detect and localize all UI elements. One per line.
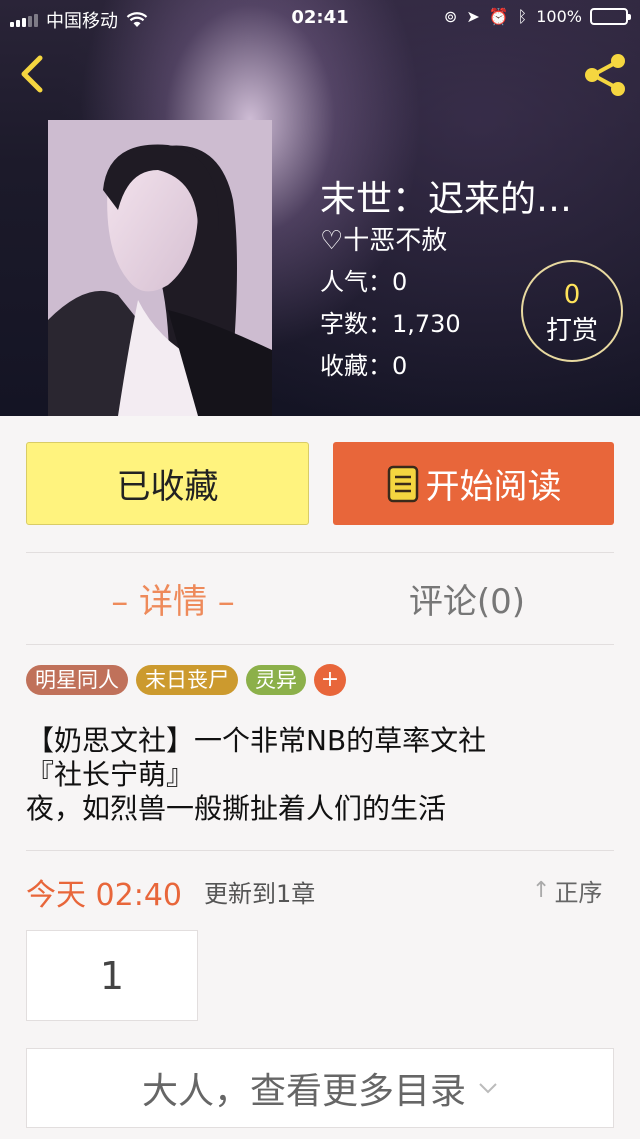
tag-item[interactable]: 灵异 <box>246 665 306 695</box>
share-button[interactable] <box>580 52 630 98</box>
tag-list: 明星同人 末日丧尸 灵异 + <box>26 664 346 696</box>
book-cover[interactable] <box>48 120 272 416</box>
chevron-left-icon <box>21 55 43 93</box>
share-icon <box>585 54 625 96</box>
update-status: 更新到1章 <box>204 880 316 908</box>
location-icon: ➤ <box>466 7 480 26</box>
favorite-button-label: 已收藏 <box>116 467 219 507</box>
back-button[interactable] <box>14 52 54 96</box>
description-line: 『社长宁萌』 <box>26 758 195 791</box>
favorite-button[interactable]: 已收藏 <box>26 442 309 525</box>
sort-order-label: 正序 <box>554 879 603 907</box>
favorites-stat: 收藏：0 <box>320 352 408 380</box>
tip-label: 打赏 <box>545 316 598 346</box>
divider <box>26 850 614 851</box>
tab-details[interactable]: – 详情 – <box>26 574 320 626</box>
update-date: 今天 02:40 <box>26 878 182 913</box>
more-catalog-button[interactable]: 大人，查看更多目录 <box>26 1048 614 1128</box>
arrow-up-icon: ↑ <box>532 878 551 903</box>
battery-icon <box>590 8 631 25</box>
bluetooth-icon: ᛒ <box>517 7 528 26</box>
battery-percent: 100% <box>536 7 582 26</box>
sort-order-button[interactable]: ↑ 正序 <box>532 873 602 908</box>
divider <box>26 552 614 553</box>
status-bar: 中国移动 02:41 ⊚ ➤ ⏰ ᛒ 100% <box>0 0 640 36</box>
tag-item[interactable]: 明星同人 <box>26 665 128 695</box>
divider <box>26 644 614 645</box>
cover-image <box>48 120 272 416</box>
description-line: 【奶思文社】一个非常NB的草率文社 <box>26 724 487 757</box>
tip-button[interactable]: 0 打赏 <box>521 260 623 362</box>
popularity-stat: 人气：0 <box>320 268 408 296</box>
start-reading-label: 开始阅读 <box>425 467 562 507</box>
book-header: 中国移动 02:41 ⊚ ➤ ⏰ ᛒ 100% 末世：迟来的… ♡十恶不赦 人气… <box>0 0 640 416</box>
tag-item[interactable]: 末日丧尸 <box>136 665 238 695</box>
start-reading-button[interactable]: 开始阅读 <box>333 442 614 525</box>
book-icon <box>387 465 418 502</box>
tab-comments[interactable]: 评论(0) <box>320 574 614 626</box>
more-catalog-label: 大人，查看更多目录 <box>141 1071 466 1112</box>
book-author[interactable]: ♡十恶不赦 <box>320 220 447 257</box>
lock-rotation-icon: ⊚ <box>443 7 458 26</box>
book-description: 【奶思文社】一个非常NB的草率文社 『社长宁萌』 夜，如烈兽一般撕扯着人们的生活 <box>26 724 626 826</box>
word-count-stat: 字数：1,730 <box>320 310 461 338</box>
book-title: 末世：迟来的… <box>320 179 573 220</box>
chevron-down-icon <box>479 1083 497 1094</box>
description-line: 夜，如烈兽一般撕扯着人们的生活 <box>26 792 447 825</box>
alarm-icon: ⏰ <box>488 7 509 26</box>
tip-count: 0 <box>563 280 581 310</box>
add-tag-button[interactable]: + <box>314 664 346 696</box>
chapter-item[interactable]: 1 <box>26 930 198 1021</box>
